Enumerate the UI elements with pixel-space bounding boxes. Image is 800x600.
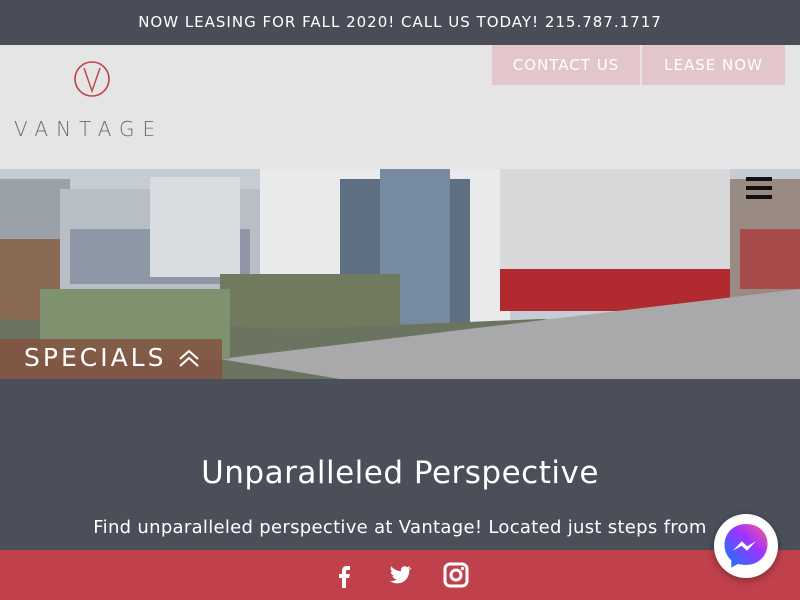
intro-text: Find unparalleled perspective at Vantage… bbox=[93, 517, 707, 538]
announcement-bar: NOW LEASING FOR FALL 2020! CALL US TODAY… bbox=[0, 0, 800, 45]
hamburger-menu-icon[interactable] bbox=[746, 177, 772, 199]
contact-us-button[interactable]: CONTACT US bbox=[492, 45, 640, 85]
messenger-chat-button[interactable] bbox=[714, 514, 778, 578]
intro-section: Unparalleled Perspective Find unparallel… bbox=[0, 379, 800, 550]
vantage-logo[interactable]: VANTAGE bbox=[14, 61, 174, 141]
specials-tab[interactable]: SPECIALS bbox=[0, 339, 222, 379]
logo-text: VANTAGE bbox=[14, 117, 164, 141]
site-header: VANTAGE CONTACT US LEASE NOW bbox=[0, 45, 800, 169]
twitter-icon[interactable] bbox=[387, 562, 413, 588]
specials-label: SPECIALS bbox=[24, 343, 167, 372]
lease-now-button[interactable]: LEASE NOW bbox=[642, 45, 785, 85]
logo-mark-icon bbox=[74, 61, 110, 97]
messenger-icon bbox=[724, 524, 768, 568]
double-chevron-up-icon bbox=[179, 349, 199, 367]
facebook-icon[interactable] bbox=[331, 562, 357, 588]
social-footer bbox=[0, 550, 800, 600]
announcement-text: NOW LEASING FOR FALL 2020! CALL US TODAY… bbox=[138, 13, 662, 31]
instagram-icon[interactable] bbox=[443, 562, 469, 588]
section-title: Unparalleled Perspective bbox=[201, 455, 599, 491]
